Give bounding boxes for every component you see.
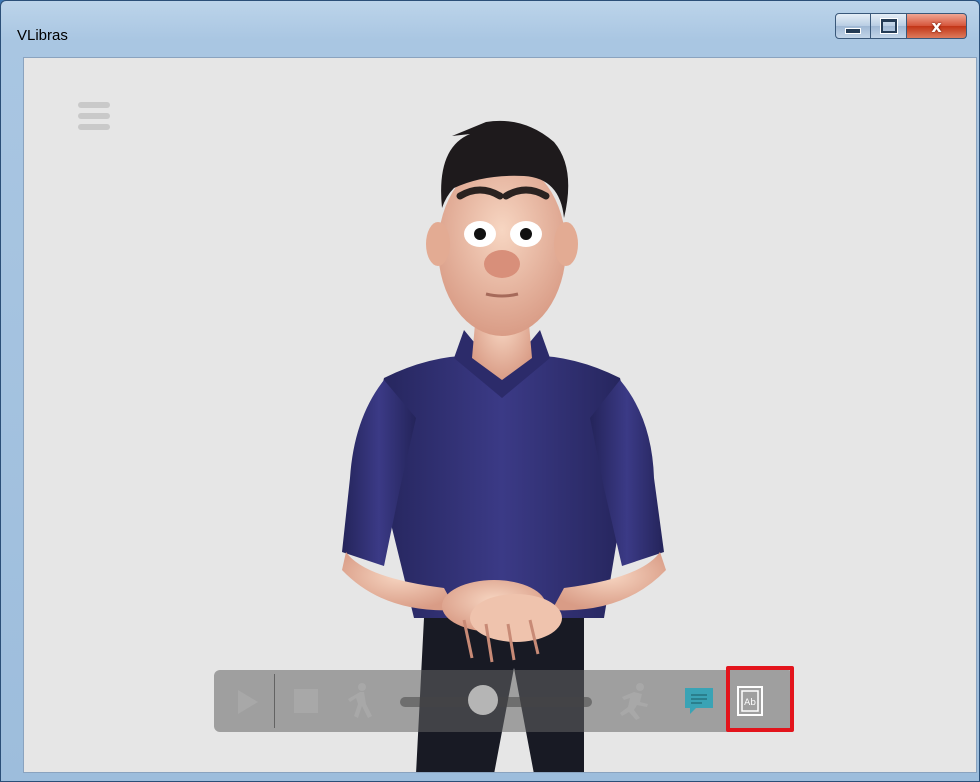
stop-button[interactable] <box>292 687 320 715</box>
stop-icon <box>294 689 318 713</box>
minimize-button[interactable] <box>835 13 871 39</box>
dictionary-highlight-box <box>726 666 794 732</box>
avatar-figure <box>342 120 666 772</box>
close-icon: x <box>931 16 942 36</box>
minimize-icon <box>845 28 861 34</box>
menu-line <box>78 113 110 119</box>
close-button[interactable]: x <box>907 13 967 39</box>
app-window: VLibras x Ab <box>0 0 980 782</box>
window-title: VLibras <box>17 27 68 44</box>
window-controls: x <box>835 13 967 41</box>
control-divider <box>274 674 275 728</box>
menu-line <box>78 102 110 108</box>
play-icon <box>238 690 258 714</box>
running-person-icon <box>620 683 648 720</box>
menu-line <box>78 124 110 130</box>
title-bar[interactable]: VLibras x <box>1 1 979 57</box>
player-control-bar: Ab <box>214 670 794 732</box>
speech-bubble-icon <box>685 688 713 714</box>
maximize-button[interactable] <box>871 13 907 39</box>
slow-speed-button[interactable] <box>344 682 378 720</box>
play-button[interactable] <box>230 686 262 718</box>
hamburger-menu-icon[interactable] <box>78 102 110 134</box>
speed-slider-thumb[interactable] <box>468 685 498 715</box>
fast-speed-button[interactable] <box>614 682 650 720</box>
player-viewport: Ab <box>23 57 977 773</box>
walking-person-icon <box>348 683 372 718</box>
maximize-icon <box>879 18 898 34</box>
subtitles-button[interactable] <box>682 684 716 718</box>
